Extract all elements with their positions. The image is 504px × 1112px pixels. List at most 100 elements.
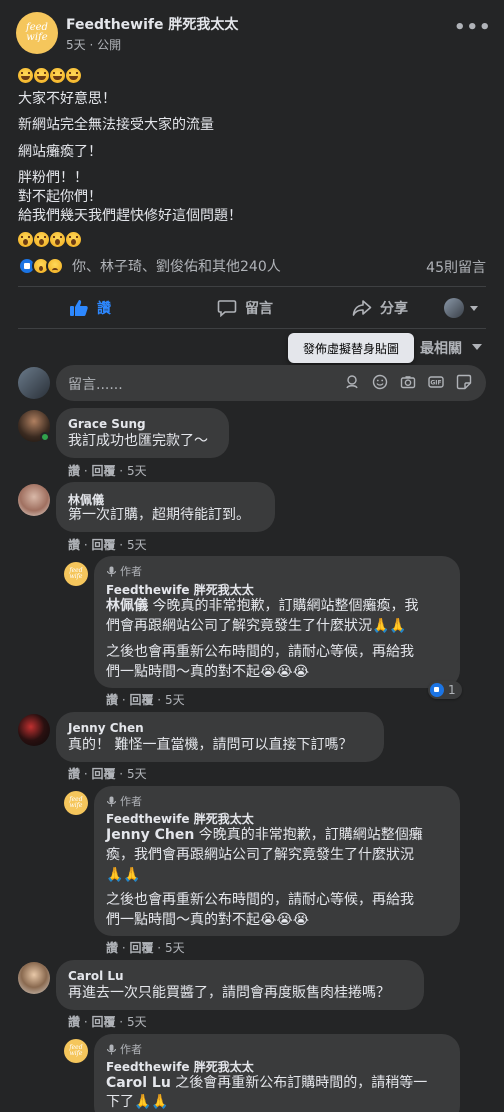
author-badge: 作者 (106, 1041, 142, 1057)
reply-reply-link[interactable]: 回覆 (129, 693, 153, 707)
commenter-avatar[interactable] (18, 714, 50, 746)
comment-input[interactable]: 留言...... (68, 374, 123, 394)
author-badge-label: 作者 (120, 1043, 142, 1056)
wow-emoji-icon (34, 232, 49, 247)
comment-count[interactable]: 45則留言 (408, 257, 486, 277)
divider (18, 286, 486, 287)
commenter-avatar[interactable] (18, 484, 50, 516)
comment-time[interactable]: 5天 (127, 1015, 147, 1029)
post-card: feed wife Feedthewife 胖死我太太 5天 · 公開 ••• … (0, 0, 504, 1112)
reply-like-link[interactable]: 讚 (106, 941, 118, 955)
reply-text-part: 今晚真的非常抱歉，訂購網站整個癱 (194, 827, 423, 843)
commenter-name[interactable]: Jenny Chen (68, 721, 144, 735)
avatar-sticker-icon[interactable] (343, 373, 361, 391)
reply-time[interactable]: 5天 (165, 693, 185, 707)
comment-time[interactable]: 5天 (127, 767, 147, 781)
chevron-down-icon (470, 305, 478, 311)
share-icon (352, 300, 372, 316)
comment-text: 真的！ 難怪一直當機，請問可以直接下訂嗎？ (68, 737, 353, 753)
reaction-names[interactable]: 你、林子琦、劉俊佑和其他240人 (72, 256, 281, 276)
reply-like-link[interactable]: 讚 (106, 693, 118, 707)
laugh-emoji-icon (34, 68, 49, 83)
avatar-sticker-tooltip: 發佈虛擬替身貼圖 (288, 333, 414, 363)
reply-bubble: 作者 Feedthewife 胖死我太太 Carol Lu 之後會再重新公布訂購… (94, 1034, 460, 1112)
logo-text-wife: wife (69, 802, 83, 809)
divider (18, 328, 486, 329)
page-avatar[interactable]: feed wife (16, 12, 58, 54)
page-avatar-small[interactable]: feed wife (64, 1039, 88, 1063)
reply-time[interactable]: 5天 (165, 941, 185, 955)
author-badge: 作者 (106, 793, 142, 809)
author-badge: 作者 (106, 563, 142, 579)
comment-reply-link[interactable]: 回覆 (91, 767, 115, 781)
post-line: 新網站完全無法接受大家的流量 (18, 117, 214, 133)
page-avatar-small[interactable]: feed wife (64, 562, 88, 586)
reply-text-line: 們一點時間～真的對不起😭😭😭 (106, 912, 310, 928)
gif-icon[interactable]: GIF (427, 373, 445, 391)
reply-text-part: 之後會再重新公布訂購時間的，請稍等一 (170, 1075, 428, 1091)
wow-emoji-icon (18, 232, 33, 247)
commenter-avatar[interactable] (18, 962, 50, 994)
comment-bubble: Jenny Chen 真的！ 難怪一直當機，請問可以直接下訂嗎？ (56, 712, 384, 762)
reply-bubble: 作者 Feedthewife 胖死我太太 Jenny Chen 今晚真的非常抱歉… (94, 786, 460, 936)
post-meta[interactable]: 5天 · 公開 (66, 36, 121, 53)
my-avatar[interactable] (18, 367, 50, 399)
camera-icon[interactable] (399, 373, 417, 391)
commenter-name[interactable]: Grace Sung (68, 417, 146, 431)
laugh-emoji-icon (66, 68, 81, 83)
reply-mention[interactable]: Jenny Chen (106, 827, 194, 843)
reply-actions: 讚 · 回覆 · 5天 (106, 693, 185, 707)
sticker-icon[interactable] (455, 373, 473, 391)
microphone-icon (106, 1044, 117, 1054)
comment-actions: 讚 · 回覆 · 5天 (68, 464, 147, 478)
comment-like-link[interactable]: 讚 (68, 767, 80, 781)
reply-bubble: 作者 Feedthewife 胖死我太太 林佩儀 今晚真的非常抱歉，訂購網站整個… (94, 556, 460, 688)
comment-reply-link[interactable]: 回覆 (91, 464, 115, 478)
comment-icon (217, 300, 237, 317)
commenter-name[interactable]: Carol Lu (68, 969, 124, 983)
post-line: 網站癱瘓了！ (18, 144, 102, 160)
comment-reply-link[interactable]: 回覆 (91, 538, 115, 552)
post-author[interactable]: Feedthewife 胖死我太太 (66, 14, 238, 34)
reply-like-count[interactable]: 1 (428, 681, 462, 699)
comment-like-link[interactable]: 讚 (68, 538, 80, 552)
reply-actions: 讚 · 回覆 · 5天 (106, 941, 185, 955)
reply-reply-link[interactable]: 回覆 (129, 941, 153, 955)
reply-mention[interactable]: Carol Lu (106, 1075, 171, 1091)
comment-reply-link[interactable]: 回覆 (91, 1015, 115, 1029)
comment-text: 我訂成功也匯完款了～ (68, 433, 208, 449)
post-line: 大家不好意思！ (18, 91, 116, 107)
share-button[interactable]: 分享 (325, 290, 435, 326)
reaction-as-selector[interactable] (444, 296, 484, 320)
reply-mention[interactable]: 林佩儀 (106, 598, 148, 614)
comment-actions: 讚 · 回覆 · 5天 (68, 767, 147, 781)
share-label: 分享 (380, 301, 408, 317)
svg-text:GIF: GIF (430, 380, 441, 387)
profile-avatar-small (444, 298, 464, 318)
page-avatar-small[interactable]: feed wife (64, 791, 88, 815)
reply-text-line: 瘓，我們會再跟網站公司了解究竟發生了什麼狀況 (106, 847, 414, 863)
logo-text-wife: wife (69, 573, 83, 580)
comment-like-link[interactable]: 讚 (68, 1015, 80, 1029)
more-options-button[interactable]: ••• (454, 19, 491, 42)
emoji-row-bottom (18, 229, 82, 248)
comment-actions: 讚 · 回覆 · 5天 (68, 538, 147, 552)
comment-actions: 讚 · 回覆 · 5天 (68, 1015, 147, 1029)
reaction-summary[interactable]: 你、林子琦、劉俊佑和其他240人 (18, 256, 281, 276)
like-button[interactable]: 讚 (40, 290, 140, 326)
like-mini-icon (430, 683, 444, 697)
comment-label: 留言 (245, 301, 273, 317)
laugh-emoji-icon (18, 68, 33, 83)
emoji-icon[interactable] (371, 373, 389, 391)
sad-reaction-icon (46, 257, 64, 275)
comment-time[interactable]: 5天 (127, 464, 147, 478)
sort-caret-icon[interactable] (472, 344, 482, 350)
comment-like-link[interactable]: 讚 (68, 464, 80, 478)
comment-text: 再進去一次只能買醬了，請問會再度販售肉桂捲嗎？ (68, 985, 390, 1001)
comment-time[interactable]: 5天 (127, 538, 147, 552)
reply-like-number: 1 (448, 683, 456, 697)
comment-button[interactable]: 留言 (190, 290, 300, 326)
sort-comments-dropdown[interactable]: 最相關 (420, 338, 462, 358)
like-label: 讚 (97, 301, 111, 317)
comment-text: 第一次訂購，超期待能訂到。 (68, 507, 250, 523)
